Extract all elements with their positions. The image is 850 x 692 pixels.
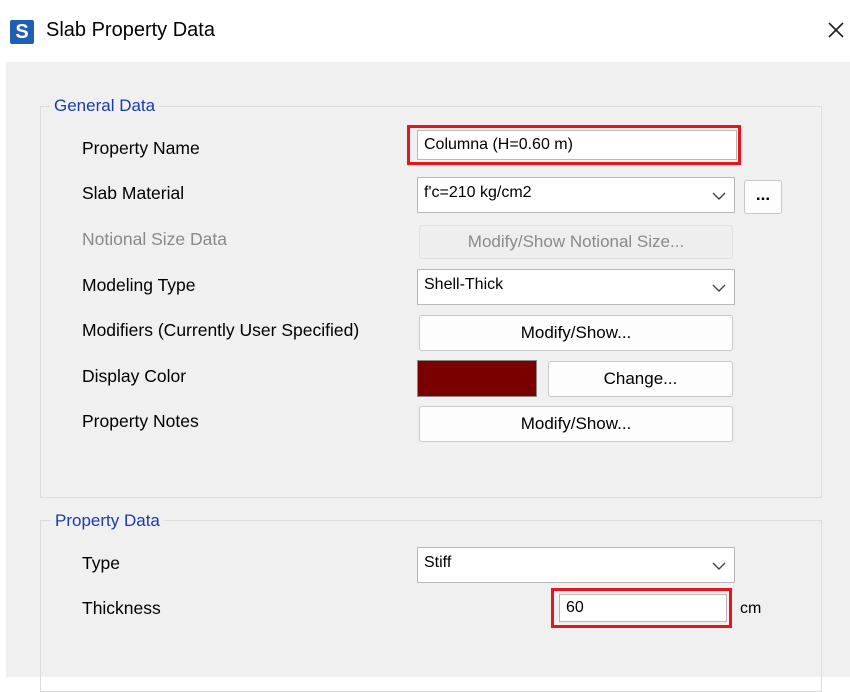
- type-dropdown[interactable]: Stiff: [417, 547, 735, 583]
- slab-material-label: Slab Material: [82, 183, 185, 203]
- modeling-type-label: Modeling Type: [82, 275, 196, 295]
- slab-material-more-button[interactable]: ...: [744, 180, 782, 214]
- property-notes-modify-show-button[interactable]: Modify/Show...: [419, 406, 733, 442]
- display-color-change-button[interactable]: Change...: [548, 361, 733, 397]
- notional-size-label: Notional Size Data: [82, 229, 227, 249]
- modeling-type-dropdown[interactable]: Shell-Thick: [417, 269, 735, 305]
- property-notes-label: Property Notes: [82, 411, 199, 431]
- modeling-type-value: Shell-Thick: [424, 276, 504, 293]
- dialog-body: General Data Property Name Columna (H=0.…: [6, 62, 850, 692]
- slab-material-dropdown[interactable]: f'c=210 kg/cm2: [417, 177, 735, 213]
- notional-size-button[interactable]: Modify/Show Notional Size...: [419, 225, 733, 259]
- type-value: Stiff: [424, 554, 452, 571]
- modifiers-label: Modifiers (Currently User Specified): [82, 320, 360, 340]
- chevron-down-icon: [712, 558, 726, 570]
- property-data-legend: Property Data: [51, 511, 164, 531]
- display-color-swatch: [417, 360, 537, 397]
- modifiers-modify-show-button[interactable]: Modify/Show...: [419, 315, 733, 351]
- close-icon[interactable]: [822, 14, 850, 46]
- general-data-legend: General Data: [50, 96, 160, 116]
- type-label: Type: [82, 553, 120, 573]
- property-name-label: Property Name: [82, 138, 200, 158]
- slab-material-value: f'c=210 kg/cm2: [424, 184, 532, 201]
- thickness-label: Thickness: [82, 598, 161, 618]
- app-logo-icon: S: [10, 20, 34, 44]
- thickness-unit: cm: [740, 600, 762, 617]
- title-bar: S Slab Property Data: [0, 0, 850, 62]
- chevron-down-icon: [712, 280, 726, 292]
- chevron-down-icon: [712, 188, 726, 200]
- property-name-highlight: [407, 125, 741, 165]
- thickness-highlight: [551, 588, 732, 628]
- window-title: Slab Property Data: [46, 19, 215, 41]
- display-color-label: Display Color: [82, 366, 187, 386]
